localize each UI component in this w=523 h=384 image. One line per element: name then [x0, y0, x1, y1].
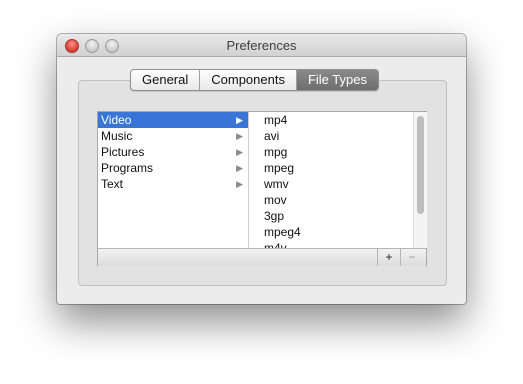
extension-item[interactable]: mov — [249, 192, 413, 208]
extension-item[interactable]: 3gp — [249, 208, 413, 224]
extension-scrollbar[interactable] — [413, 112, 427, 248]
chevron-right-icon: ▶ — [236, 115, 243, 125]
category-column: Video ▶ Music ▶ Pictures ▶ Programs ▶ Te… — [98, 112, 249, 248]
category-label: Text — [101, 177, 124, 191]
category-label: Programs — [101, 161, 154, 175]
extension-item[interactable]: mp4 — [249, 112, 413, 128]
category-item-programs[interactable]: Programs ▶ — [98, 160, 248, 176]
tab-file-types[interactable]: File Types — [296, 70, 378, 90]
add-button[interactable]: + — [377, 249, 400, 266]
preferences-window: Preferences General Components File Type… — [57, 34, 466, 304]
tab-general[interactable]: General — [131, 70, 201, 90]
chevron-right-icon: ▶ — [236, 147, 243, 157]
file-type-browser: Video ▶ Music ▶ Pictures ▶ Programs ▶ Te… — [97, 111, 427, 266]
chevron-right-icon: ▶ — [236, 163, 243, 173]
chevron-right-icon: ▶ — [236, 131, 243, 141]
extension-item[interactable]: avi — [249, 128, 413, 144]
browser-bottom-bar: + − — [98, 248, 426, 266]
category-label: Pictures — [101, 145, 145, 159]
category-label: Music — [101, 129, 133, 143]
tab-components[interactable]: Components — [200, 70, 297, 90]
category-item-text[interactable]: Text ▶ — [98, 176, 248, 192]
scrollbar-thumb[interactable] — [417, 116, 424, 214]
extension-item[interactable]: m4v — [249, 240, 413, 248]
category-item-video[interactable]: Video ▶ — [98, 112, 248, 128]
extension-item[interactable]: mpeg4 — [249, 224, 413, 240]
category-label: Video — [101, 113, 132, 127]
category-item-pictures[interactable]: Pictures ▶ — [98, 144, 248, 160]
title-bar[interactable]: Preferences — [57, 34, 466, 57]
remove-button[interactable]: − — [400, 249, 423, 266]
category-item-music[interactable]: Music ▶ — [98, 128, 248, 144]
extension-column: mp4 avi mpg mpeg wmv mov 3gp mpeg4 m4v — [249, 112, 413, 248]
extension-item[interactable]: mpg — [249, 144, 413, 160]
window-title: Preferences — [226, 38, 297, 53]
chevron-right-icon: ▶ — [236, 179, 243, 189]
extension-item[interactable]: wmv — [249, 176, 413, 192]
tab-bar: General Components File Types — [130, 69, 379, 91]
extension-item[interactable]: mpeg — [249, 160, 413, 176]
